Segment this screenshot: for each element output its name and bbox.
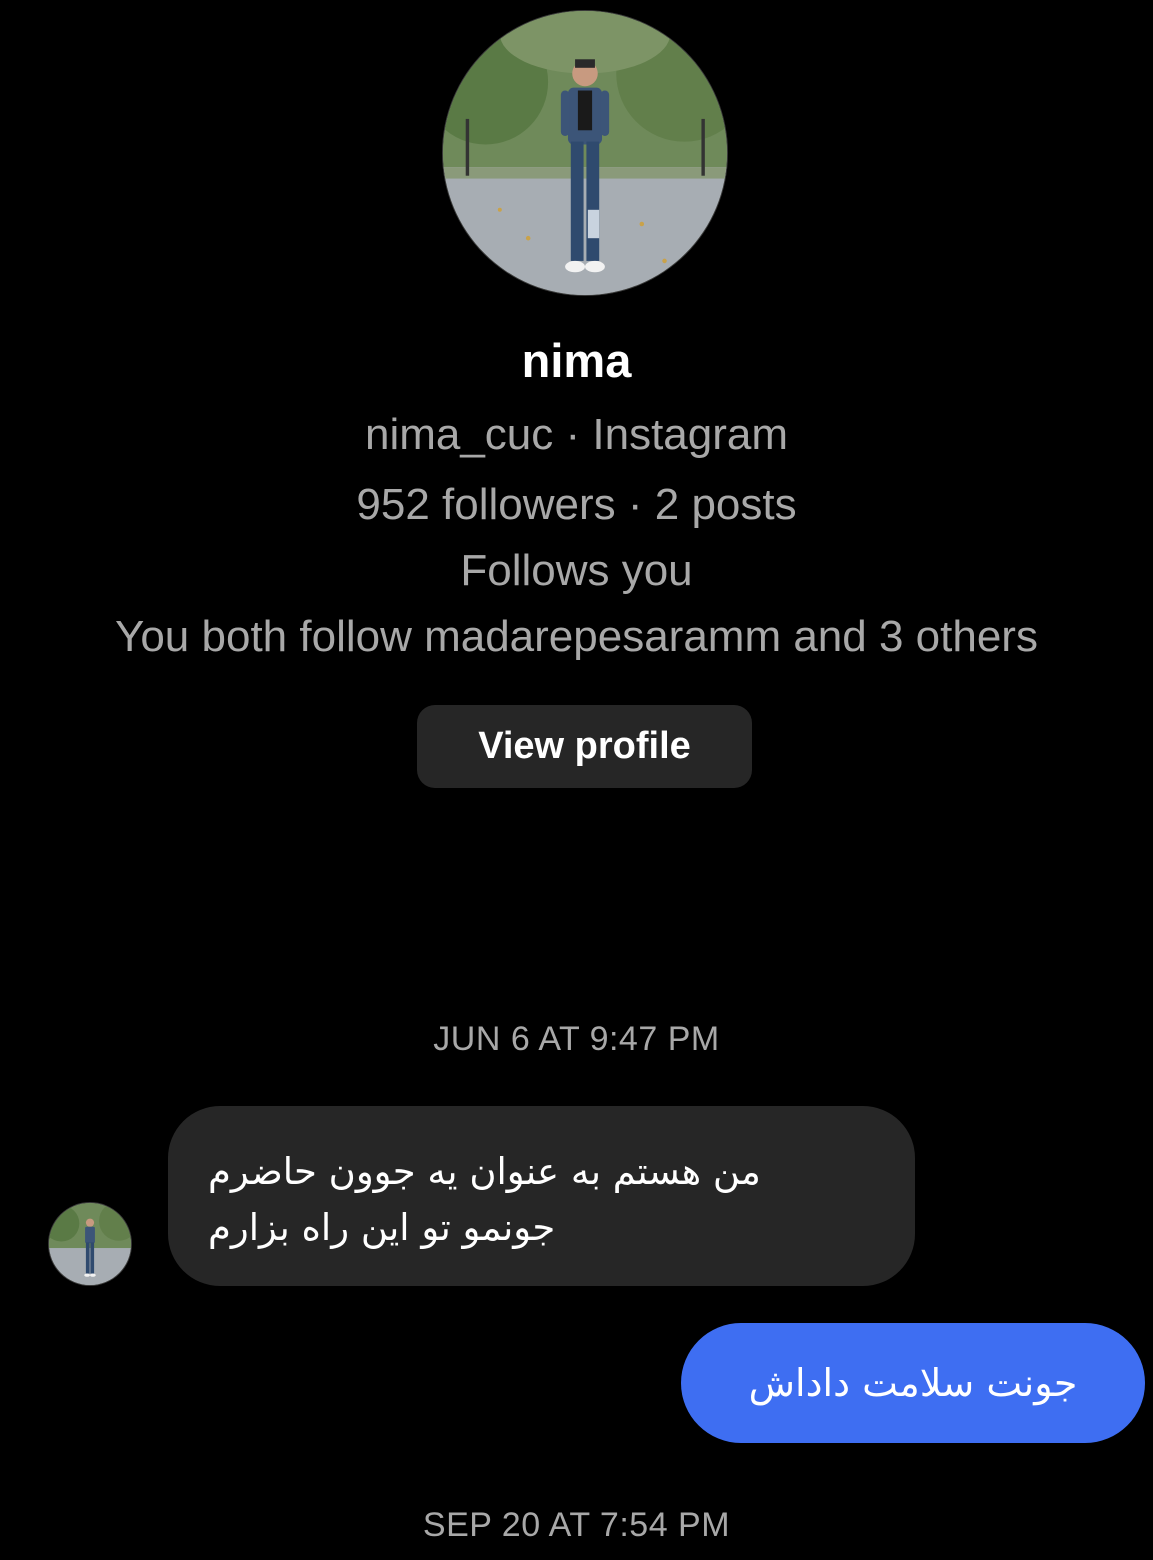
view-profile-button[interactable]: View profile [417,705,752,788]
outgoing-message-text: جونت سلامت داداش [748,1361,1078,1405]
profile-name: nima [521,334,632,387]
incoming-message-line-1: من هستم به عنوان یه جوون حاضرم [208,1150,761,1193]
incoming-message-bubble[interactable]: من هستم به عنوان یه جوون حاضرم جونمو تو … [168,1106,915,1286]
sender-avatar-image [49,1203,131,1285]
sender-avatar[interactable] [49,1203,131,1285]
mutual-followers-label: You both follow madarepesaramm and 3 oth… [115,612,1038,661]
profile-photo[interactable] [443,11,727,295]
follows-you-label: Follows you [460,546,693,595]
outgoing-message-bubble[interactable]: جونت سلامت داداش [681,1323,1145,1443]
message-timestamp: JUN 6 AT 9:47 PM [433,1020,720,1058]
profile-photo-image [443,11,727,295]
profile-stats: 952 followers · 2 posts [356,480,797,529]
profile-handle: nima_cuc · Instagram [364,410,789,459]
incoming-message-line-2: جونمو تو این راه بزارم [208,1206,556,1249]
message-timestamp-2: SEP 20 AT 7:54 PM [422,1506,731,1544]
